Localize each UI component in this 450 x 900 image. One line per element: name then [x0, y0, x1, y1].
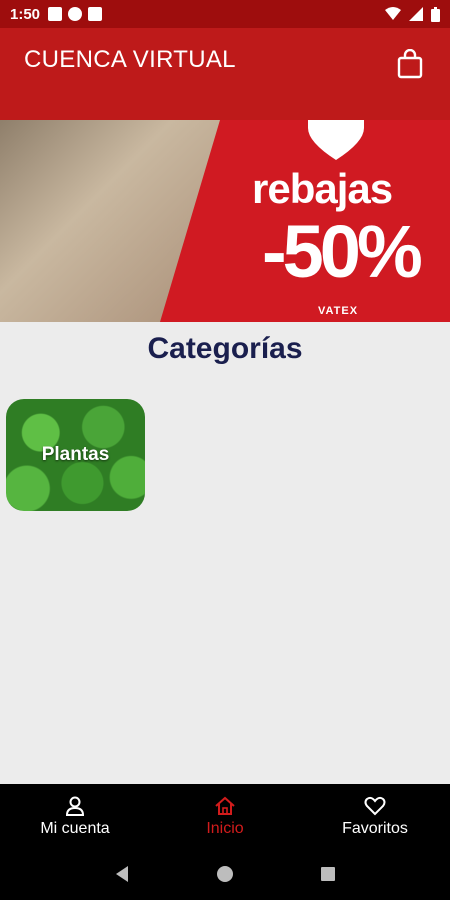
shopping-bag-button[interactable] — [392, 46, 428, 82]
category-label: Plantas — [41, 444, 110, 465]
signal-icon — [409, 7, 423, 21]
back-button[interactable] — [111, 863, 133, 885]
recents-button[interactable] — [317, 863, 339, 885]
person-icon — [65, 796, 85, 816]
nav-item-mi-cuenta[interactable]: Mi cuenta — [0, 784, 150, 848]
system-nav-bar — [0, 848, 450, 900]
banner-brand: VATEX — [318, 305, 359, 317]
banner-discount: -50% — [262, 210, 423, 293]
promo-banner[interactable]: rebajas -50% VATEX — [0, 120, 450, 322]
wifi-icon — [385, 7, 401, 20]
nav-label: Favoritos — [342, 819, 408, 837]
home-button[interactable] — [214, 863, 236, 885]
status-bar: 1:50 — [0, 0, 450, 28]
categories-title: Categorías — [147, 332, 303, 365]
nav-label: Inicio — [206, 819, 244, 837]
bottom-nav: Mi cuenta Inicio Favoritos — [0, 784, 450, 848]
back-triangle-icon — [115, 866, 128, 882]
notification-card-icon — [88, 7, 103, 21]
banner-heart-icon — [308, 120, 364, 160]
notification-circle-icon — [68, 7, 83, 21]
category-card-plantas[interactable]: Plantas — [6, 399, 145, 511]
nav-label: Mi cuenta — [40, 819, 110, 837]
home-circle-icon — [216, 866, 233, 882]
app-bar: CUENCA VIRTUAL — [0, 28, 450, 120]
heart-icon — [364, 796, 386, 815]
home-icon — [215, 796, 235, 815]
status-time: 1:50 — [10, 5, 41, 23]
notification-square-icon — [48, 7, 63, 21]
notification-icons — [48, 7, 103, 21]
recents-square-icon — [321, 867, 336, 881]
app-title: CUENCA VIRTUAL — [24, 46, 236, 73]
shopping-bag-icon — [397, 49, 423, 79]
nav-item-favoritos[interactable]: Favoritos — [300, 784, 450, 848]
battery-icon — [431, 6, 440, 22]
nav-item-inicio[interactable]: Inicio — [150, 784, 300, 848]
banner-headline: rebajas — [252, 165, 393, 212]
system-status-icons — [385, 6, 440, 22]
